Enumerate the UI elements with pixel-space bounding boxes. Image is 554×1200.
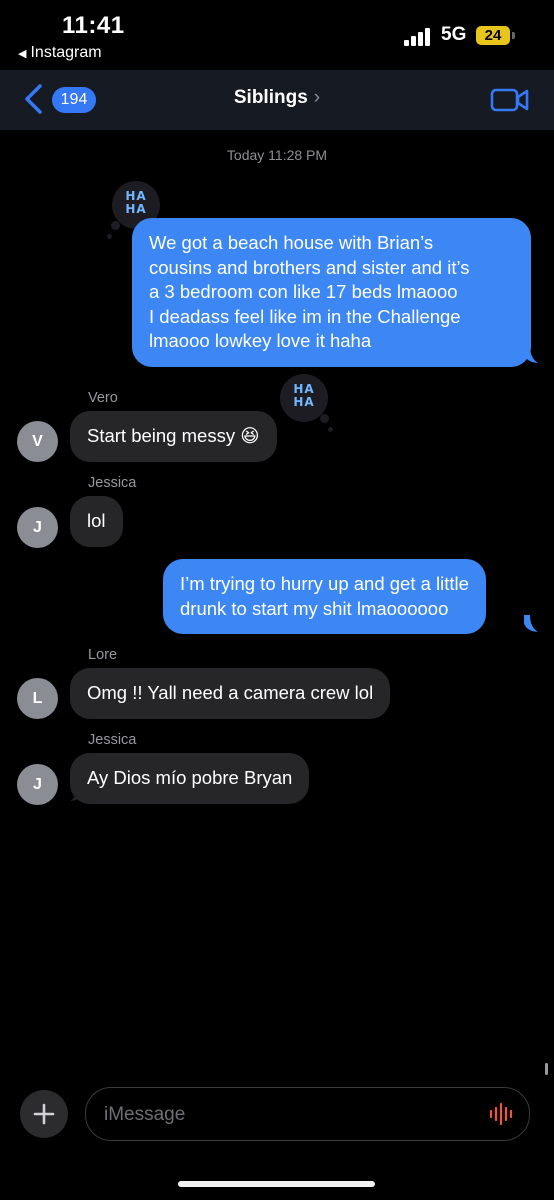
bubble-tail (524, 346, 538, 363)
back-triangle-icon: ◀ (18, 48, 27, 60)
conversation-title[interactable]: Siblings › (0, 87, 554, 109)
message-bubble-incoming[interactable]: Start being messy 😆 (70, 411, 277, 462)
status-time: 11:41 (62, 12, 125, 39)
battery-icon: 24 (476, 26, 510, 45)
sender-name: Jessica (88, 732, 137, 748)
message-bubble-incoming[interactable]: Omg !! Yall need a camera crew lol (70, 668, 391, 719)
plus-icon (33, 1103, 55, 1125)
network-type: 5G (441, 24, 467, 45)
sender-name: Lore (88, 647, 118, 663)
avatar[interactable]: J (17, 507, 58, 548)
chat-timestamp: Today 11:28 PM (226, 147, 328, 163)
message-bubble-incoming[interactable]: lol (70, 496, 123, 547)
scroll-indicator[interactable] (545, 1063, 548, 1075)
back-to-app-link[interactable]: ◀ Instagram (18, 44, 102, 62)
sender-name: Vero (88, 390, 118, 406)
haha-tapback-icon: HA HA (125, 189, 147, 216)
video-camera-icon[interactable] (490, 86, 530, 114)
message-bubble-incoming[interactable]: Ay Dios mío pobre Bryan (70, 753, 310, 804)
battery-cap (512, 32, 515, 39)
avatar[interactable]: J (17, 764, 58, 805)
conversation-header: 194 Siblings › (0, 70, 554, 130)
message-bubble-outgoing[interactable]: We got a beach house with Brian’s cousin… (132, 218, 531, 367)
apps-plus-button[interactable] (20, 1090, 68, 1138)
home-indicator[interactable] (178, 1181, 375, 1187)
avatar[interactable]: L (17, 678, 58, 719)
avatar[interactable]: V (17, 421, 58, 462)
imessage-input[interactable] (102, 1088, 476, 1142)
message-input-container[interactable] (85, 1087, 530, 1142)
conversation-title-text: Siblings (233, 87, 308, 108)
bubble-tail (524, 615, 538, 632)
audio-waveform-icon[interactable] (488, 1103, 516, 1125)
sender-name: Jessica (88, 475, 137, 491)
haha-tapback[interactable]: HA HA (280, 374, 333, 432)
back-app-label: Instagram (30, 44, 102, 61)
status-bar: 11:41 ◀ Instagram 5G 24 (0, 0, 554, 70)
bubble-tail (70, 784, 84, 801)
title-chevron-icon: › (313, 87, 321, 108)
message-bubble-outgoing[interactable]: I’m trying to hurry up and get a little … (163, 559, 486, 634)
signal-icon (404, 26, 434, 46)
haha-tapback-icon: HA HA (293, 382, 315, 409)
